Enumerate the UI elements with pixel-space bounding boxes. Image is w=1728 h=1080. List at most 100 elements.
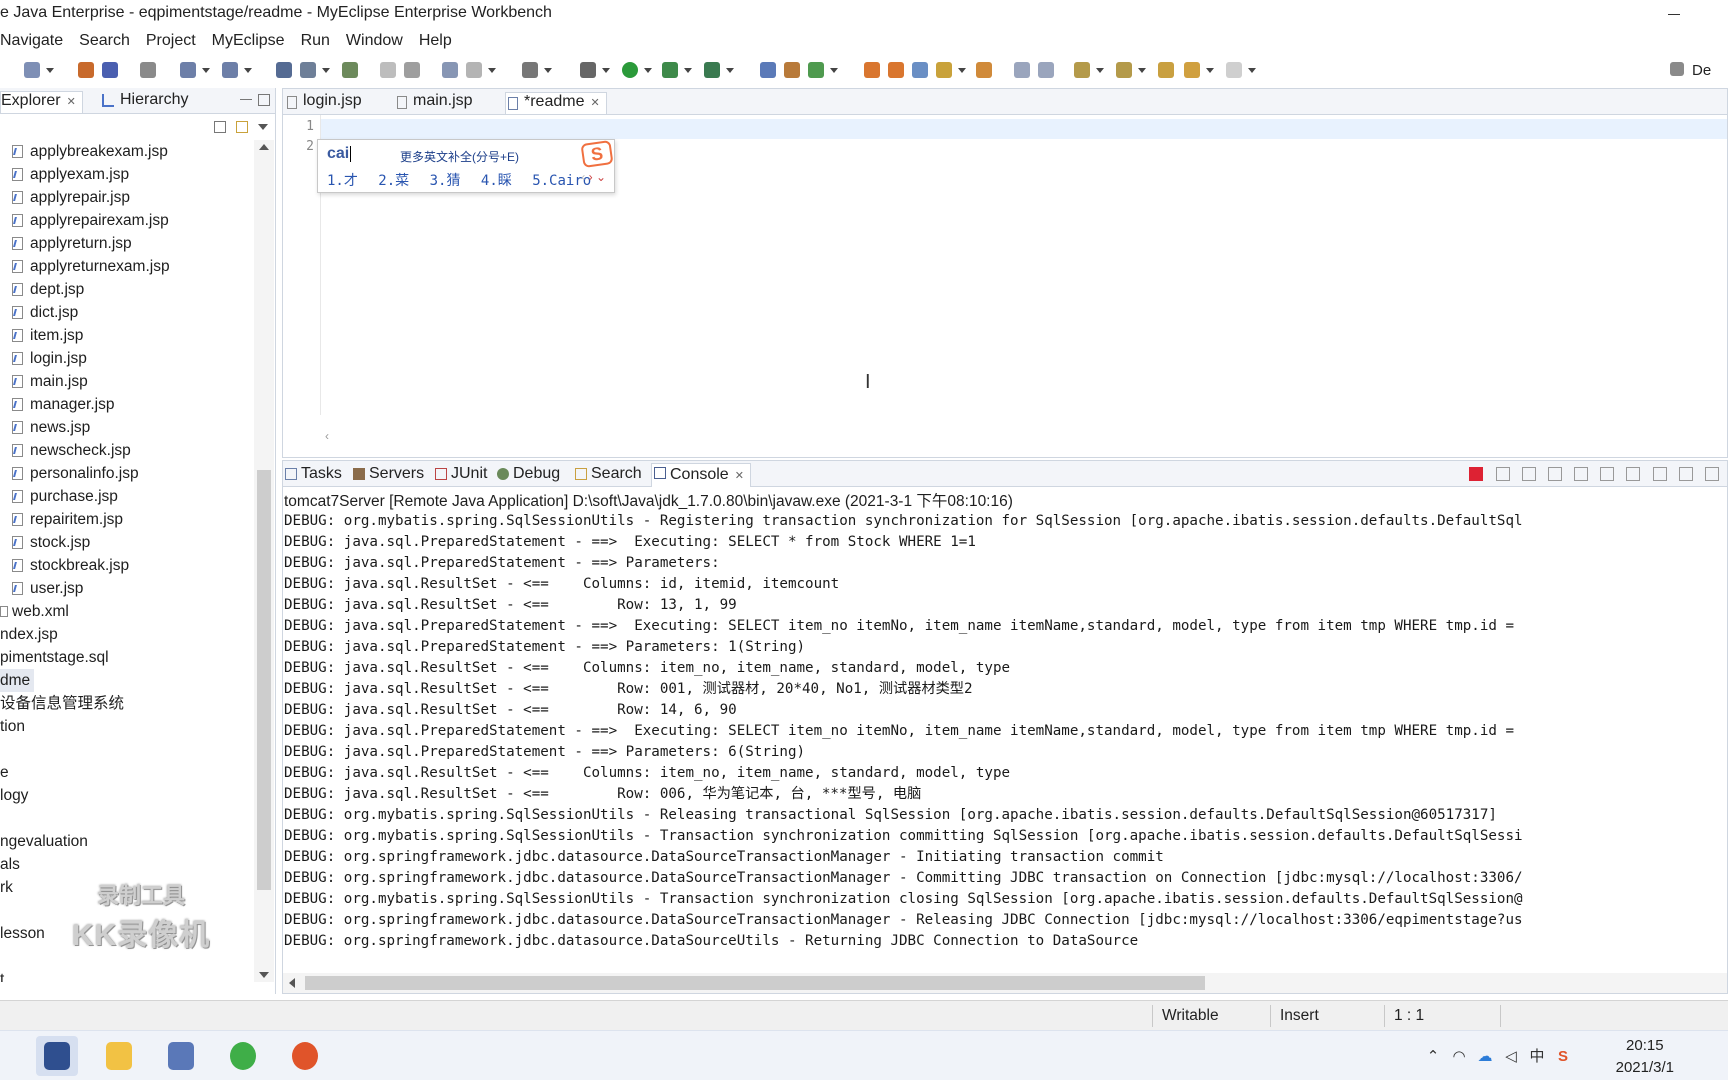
tree-file-item[interactable]: stock.jsp — [0, 531, 254, 554]
tree-item[interactable]: tion — [0, 715, 254, 738]
open-resource-icon[interactable] — [912, 62, 928, 78]
layout-icon[interactable] — [442, 62, 458, 78]
tree-file-item[interactable]: stockbreak.jsp — [0, 554, 254, 577]
tree-file-item[interactable]: dict.jsp — [0, 301, 254, 324]
tab-search[interactable]: Search — [573, 465, 642, 483]
prev-annotation-caret[interactable] — [1138, 68, 1146, 73]
annotate-icon[interactable] — [976, 62, 992, 78]
editor-tab-main[interactable]: main.jsp — [395, 92, 473, 114]
tree-file-item[interactable]: applyexam.jsp — [0, 163, 254, 186]
tree-file-item[interactable]: repairitem.jsp — [0, 508, 254, 531]
scroll-up-icon[interactable] — [259, 144, 269, 150]
tree-item[interactable]: ngevaluation — [0, 830, 254, 853]
minimize-view-icon[interactable] — [240, 99, 252, 101]
debug-tool-icon[interactable] — [580, 62, 596, 78]
minimize-button[interactable] — [1660, 2, 1690, 26]
back-caret[interactable] — [1206, 68, 1214, 73]
console-horizontal-scrollbar[interactable] — [283, 973, 1727, 993]
external-tools-icon[interactable] — [704, 62, 720, 78]
pin-console-icon[interactable] — [1652, 467, 1667, 481]
search-tool-icon[interactable] — [222, 62, 238, 78]
link-editor-icon[interactable] — [236, 121, 248, 133]
ime-candidate[interactable]: 2.菜 — [378, 173, 409, 189]
tree-file-item[interactable]: item.jsp — [0, 324, 254, 347]
open-type-icon[interactable] — [180, 62, 196, 78]
chevron-down-icon[interactable]: ⌄ — [596, 170, 606, 184]
copy-icon[interactable] — [380, 62, 396, 78]
tree-file-item[interactable]: user.jsp — [0, 577, 254, 600]
tab-hierarchy[interactable]: Hierarchy — [100, 91, 188, 113]
new-wizard-icon[interactable] — [24, 62, 40, 78]
tree-xml-item[interactable]: web.xml — [0, 600, 254, 623]
server-icon[interactable] — [102, 62, 118, 78]
ime-candidate[interactable]: 4.睬 — [481, 173, 512, 189]
tree-item[interactable]: 设备信息管理系统 — [0, 692, 254, 715]
tree-file-item[interactable]: personalinfo.jsp — [0, 462, 254, 485]
explorer-vertical-scrollbar[interactable] — [254, 140, 274, 982]
web-project-icon[interactable] — [276, 62, 292, 78]
collapse-all-icon[interactable] — [214, 121, 226, 133]
menu-search[interactable]: Search — [71, 32, 138, 50]
print-icon[interactable] — [140, 62, 156, 78]
console-output[interactable]: DEBUG: org.mybatis.spring.SqlSessionUtil… — [284, 511, 1724, 951]
tree-file-item[interactable]: applyreturnexam.jsp — [0, 255, 254, 278]
terminate-icon[interactable] — [1469, 467, 1484, 481]
tab-debug[interactable]: Debug — [495, 465, 560, 483]
next-annotation-caret[interactable] — [1096, 68, 1104, 73]
tree-item[interactable]: logy — [0, 784, 254, 807]
tree-item-selected[interactable]: dme — [0, 669, 254, 692]
snapshot-caret[interactable] — [544, 68, 552, 73]
file-explorer-taskbar-button[interactable] — [98, 1036, 140, 1076]
remove-launch-icon[interactable] — [1495, 467, 1510, 481]
toggle-mark-icon[interactable] — [1014, 62, 1030, 78]
show-on-error-icon[interactable] — [1626, 467, 1641, 481]
run-icon[interactable] — [622, 62, 638, 78]
tree-file-item[interactable]: applybreakexam.jsp — [0, 140, 254, 163]
sogou-tray-icon[interactable]: S — [1554, 1049, 1572, 1065]
scroll-down-icon[interactable] — [259, 972, 269, 978]
jsp-icon[interactable] — [300, 62, 316, 78]
next-annotation-icon[interactable] — [1074, 62, 1090, 78]
tree-file-item[interactable]: newscheck.jsp — [0, 439, 254, 462]
wifi-icon[interactable]: ◠ — [1450, 1049, 1468, 1065]
remove-all-icon[interactable] — [1521, 467, 1536, 481]
refresh-icon[interactable] — [404, 62, 420, 78]
browser-taskbar-button[interactable] — [222, 1036, 264, 1076]
menu-myeclipse[interactable]: MyEclipse — [204, 32, 293, 50]
tab-console[interactable]: Console ✕ — [651, 463, 751, 487]
open-perspective-icon[interactable] — [1670, 62, 1684, 76]
tree-file-item[interactable]: applyrepairexam.jsp — [0, 209, 254, 232]
tree-item[interactable] — [0, 738, 254, 761]
designer-caret[interactable] — [488, 68, 496, 73]
close-icon[interactable]: ✕ — [67, 96, 76, 108]
new-interface-icon[interactable] — [808, 62, 824, 78]
archive-taskbar-button[interactable] — [160, 1036, 202, 1076]
menu-window[interactable]: Window — [338, 32, 411, 50]
menu-project[interactable]: Project — [138, 32, 204, 50]
clear-console-icon[interactable] — [1547, 467, 1562, 481]
coverage-caret[interactable] — [684, 68, 692, 73]
deploy-icon[interactable] — [78, 62, 94, 78]
tree-file-item[interactable]: manager.jsp — [0, 393, 254, 416]
ime-hint[interactable]: 更多英文补全(分号+E) — [400, 148, 519, 165]
prev-annotation-icon[interactable] — [1116, 62, 1132, 78]
tree-file-item[interactable]: news.jsp — [0, 416, 254, 439]
open-folder-icon[interactable] — [864, 62, 880, 78]
forward-icon[interactable] — [1226, 62, 1242, 78]
tree-file-item[interactable]: applyreturn.jsp — [0, 232, 254, 255]
tree-item[interactable]: t — [0, 968, 254, 982]
menu-help[interactable]: Help — [411, 32, 460, 50]
designer-icon[interactable] — [466, 62, 482, 78]
snapshot-icon[interactable] — [522, 62, 538, 78]
display-console-icon[interactable] — [1678, 467, 1693, 481]
tab-junit[interactable]: JUnit — [433, 465, 487, 483]
tree-item[interactable]: ndex.jsp — [0, 623, 254, 646]
open-console-icon[interactable] — [1705, 467, 1719, 481]
ime-page-nav[interactable]: ‹ › ⌄ — [581, 170, 606, 184]
scroll-left-icon[interactable] — [289, 978, 295, 988]
perspective-label[interactable]: De — [1692, 62, 1711, 79]
pin-caret[interactable] — [958, 68, 966, 73]
view-menu-icon[interactable] — [258, 124, 268, 130]
tree-file-item[interactable]: purchase.jsp — [0, 485, 254, 508]
tree-item[interactable]: e — [0, 761, 254, 784]
